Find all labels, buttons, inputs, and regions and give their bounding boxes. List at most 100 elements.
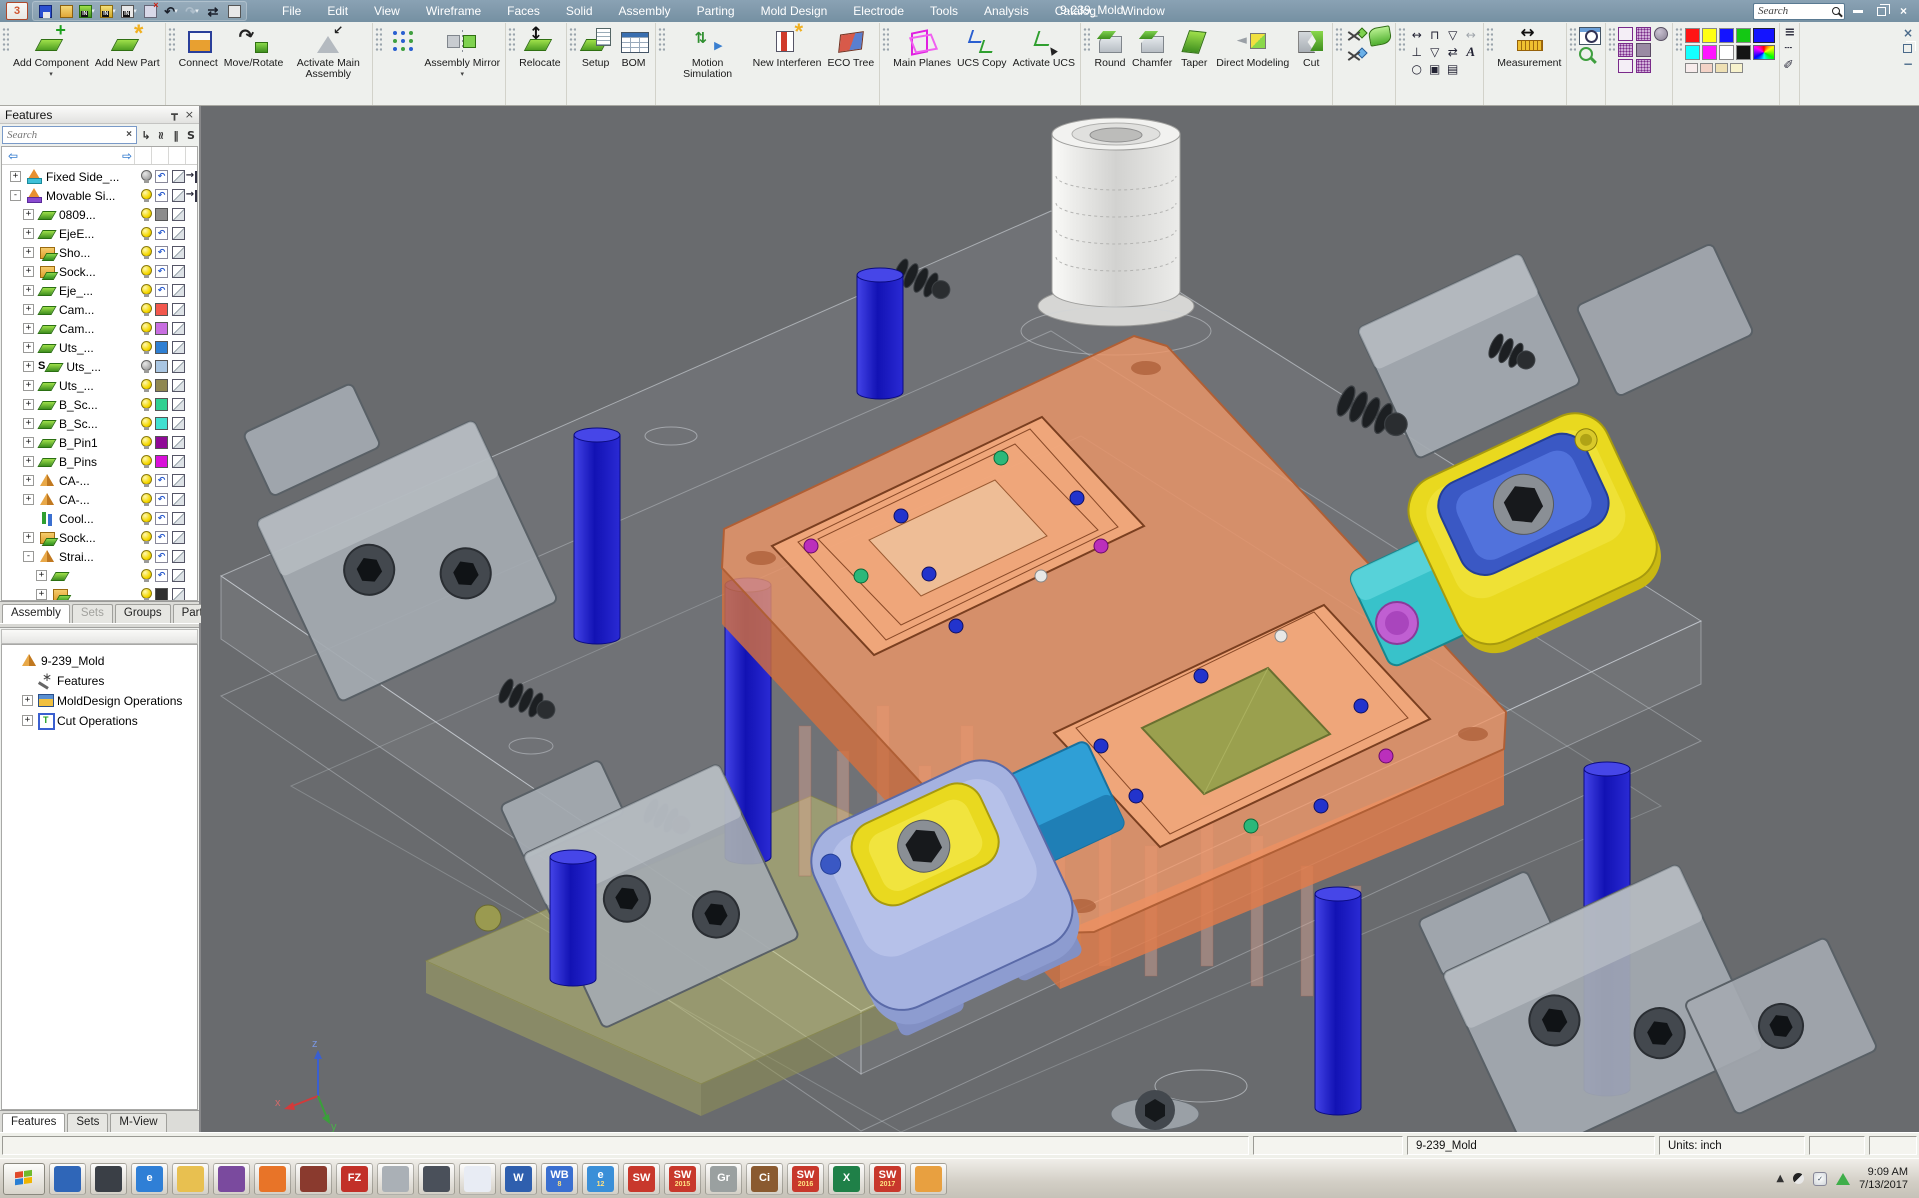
visibility-bulb-icon[interactable] — [138, 321, 155, 336]
tree-row[interactable]: + Uts_... → — [2, 338, 197, 357]
nav-forward-icon[interactable]: ⇨ — [122, 150, 132, 162]
menu-edit[interactable]: Edit — [316, 2, 359, 20]
tab-m-view[interactable]: M-View — [110, 1113, 166, 1132]
datum-icon[interactable]: ⊥ — [1408, 44, 1425, 60]
layer-swatch-icon[interactable] — [155, 379, 168, 392]
open-button[interactable] — [57, 3, 75, 19]
linear-dim-icon[interactable]: ↔ — [1408, 27, 1425, 43]
color-swatch[interactable] — [1736, 28, 1751, 43]
tree-expander[interactable]: + — [23, 475, 34, 486]
tab-sets[interactable]: Sets — [72, 604, 113, 623]
search-icon[interactable] — [1832, 7, 1840, 15]
tab-groups[interactable]: Groups — [115, 604, 171, 623]
tree-row[interactable]: + Cam... → — [2, 319, 197, 338]
layer-swatch-icon[interactable] — [155, 455, 168, 468]
tree-row[interactable]: + S Uts_... → — [2, 357, 197, 376]
regen-box-icon[interactable] — [172, 189, 185, 202]
solid-cube-icon[interactable] — [1636, 43, 1651, 57]
color-swatch[interactable] — [1685, 45, 1700, 60]
rainbow-picker-swatch[interactable] — [1753, 45, 1775, 60]
menu-electrode[interactable]: Electrode — [842, 2, 915, 20]
visibility-bulb-icon[interactable] — [138, 454, 155, 469]
visibility-bulb-icon[interactable] — [138, 568, 155, 583]
layer-swatch-icon[interactable] — [155, 436, 168, 449]
text-icon[interactable]: A — [1462, 44, 1479, 60]
taskbar-app-calculator-app[interactable] — [377, 1163, 414, 1195]
layer-swatch-icon[interactable] — [155, 588, 168, 600]
tree-expander[interactable]: + — [23, 266, 34, 277]
visibility-bulb-icon[interactable] — [138, 416, 155, 431]
regen-box-icon[interactable] — [172, 379, 185, 392]
main-planes-button[interactable]: Main Planes ▾ — [890, 25, 954, 70]
taskbar-app-gray-app[interactable]: Gr — [705, 1163, 742, 1195]
manager-tree-row[interactable]: 9-239_Mold — [4, 651, 195, 671]
regen-box-icon[interactable] — [172, 531, 185, 544]
visibility-bulb-icon[interactable] — [138, 359, 155, 374]
menu-view[interactable]: View — [363, 2, 411, 20]
shaded-sphere-icon[interactable] — [1654, 27, 1668, 41]
manager-tree-row[interactable]: + Cut Operations — [4, 711, 195, 731]
layer-swatch-icon[interactable]: ↶ — [155, 227, 168, 240]
assembly-mirror-button[interactable]: Assembly Mirror ▾ — [421, 25, 503, 79]
close-button[interactable]: × — [1900, 5, 1907, 17]
clear-search-icon[interactable]: × — [126, 130, 132, 140]
import-part-button[interactable]: ▾ — [78, 3, 96, 19]
line-width-icon[interactable]: ≡ — [1784, 26, 1795, 39]
eco-tree-button[interactable]: ECO Tree ▾ — [824, 25, 877, 81]
status-units-box[interactable]: Units: inch — [1659, 1136, 1805, 1155]
tree-row[interactable]: + Eje_... ↶ → — [2, 281, 197, 300]
regen-box-icon[interactable] — [172, 303, 185, 316]
visibility-bulb-icon[interactable] — [138, 587, 155, 600]
taskbar-clock[interactable]: 9:09 AM 7/13/2017 — [1859, 1166, 1908, 1192]
tree-expander[interactable]: + — [23, 437, 34, 448]
layer-swatch-icon[interactable]: ↶ — [155, 550, 168, 563]
taskbar-app-utility-app[interactable] — [418, 1163, 455, 1195]
color-swatch[interactable] — [1730, 63, 1743, 73]
regen-box-icon[interactable] — [172, 512, 185, 525]
layer-swatch-icon[interactable]: ↶ — [155, 493, 168, 506]
color-swatch[interactable] — [1685, 63, 1698, 73]
tree-expander[interactable]: + — [23, 285, 34, 296]
regen-box-icon[interactable] — [172, 455, 185, 468]
visibility-bulb-icon[interactable] — [138, 378, 155, 393]
tree-row[interactable]: + CA-... ↶ → — [2, 490, 197, 509]
setup-button[interactable]: Setup ▾ — [577, 25, 615, 70]
menu-file[interactable]: File — [271, 2, 312, 20]
manager-tree-row[interactable]: + MoldDesign Operations — [4, 691, 195, 711]
color-swatch[interactable] — [1700, 63, 1713, 73]
menu-mold-design[interactable]: Mold Design — [750, 2, 839, 20]
measurement-button[interactable]: Measurement ▾ — [1494, 25, 1564, 70]
layer-swatch-icon[interactable]: ↶ — [155, 512, 168, 525]
taskbar-app-excel[interactable]: X — [828, 1163, 865, 1195]
manager-tree-row[interactable]: Features — [4, 671, 195, 691]
taskbar-app-solidworks-2017[interactable]: SW2017 — [869, 1163, 906, 1195]
regen-button[interactable]: ⇄ — [204, 3, 222, 19]
new-interference-button[interactable]: New Interferen ▾ — [750, 25, 825, 81]
regen-box-icon[interactable] — [172, 569, 185, 582]
zw3d-logo-icon[interactable]: 3 — [6, 2, 28, 20]
visibility-bulb-icon[interactable] — [138, 549, 155, 564]
wave-filter-icon[interactable]: ≈ — [156, 129, 167, 141]
tree-expander[interactable]: + — [23, 380, 34, 391]
tree-row[interactable]: + 0809... → — [2, 205, 197, 224]
start-button[interactable] — [3, 1163, 45, 1195]
zoom-select-icon[interactable] — [1579, 47, 1593, 61]
taskbar-app-wb-app[interactable]: WB8 — [541, 1163, 578, 1195]
tree-expander[interactable]: + — [22, 695, 33, 706]
visibility-bulb-icon[interactable] — [138, 473, 155, 488]
symbol-icon[interactable]: ▣ — [1426, 61, 1443, 77]
color-swatch[interactable] — [1702, 28, 1717, 43]
color-swatch[interactable] — [1719, 45, 1734, 60]
transparent-cube-icon[interactable] — [1618, 59, 1633, 73]
line-style-icon[interactable]: ┄ — [1784, 42, 1793, 55]
tree-row[interactable]: + EjeE... ↶ → — [2, 224, 197, 243]
tree-search-input[interactable]: Search × — [2, 126, 137, 144]
taskbar-app-internet-explorer[interactable]: e — [131, 1163, 168, 1195]
tree-row[interactable]: + Sock... ↶ → — [2, 528, 197, 547]
layer-swatch-icon[interactable]: ↶ — [155, 265, 168, 278]
tree-row[interactable]: + CA-... ↶ → — [2, 471, 197, 490]
tray-pen-icon[interactable] — [1793, 1173, 1804, 1184]
tree-expander[interactable]: + — [23, 399, 34, 410]
layer-swatch-icon[interactable]: ↶ — [155, 246, 168, 259]
taskbar-app-filezilla[interactable]: FZ — [336, 1163, 373, 1195]
